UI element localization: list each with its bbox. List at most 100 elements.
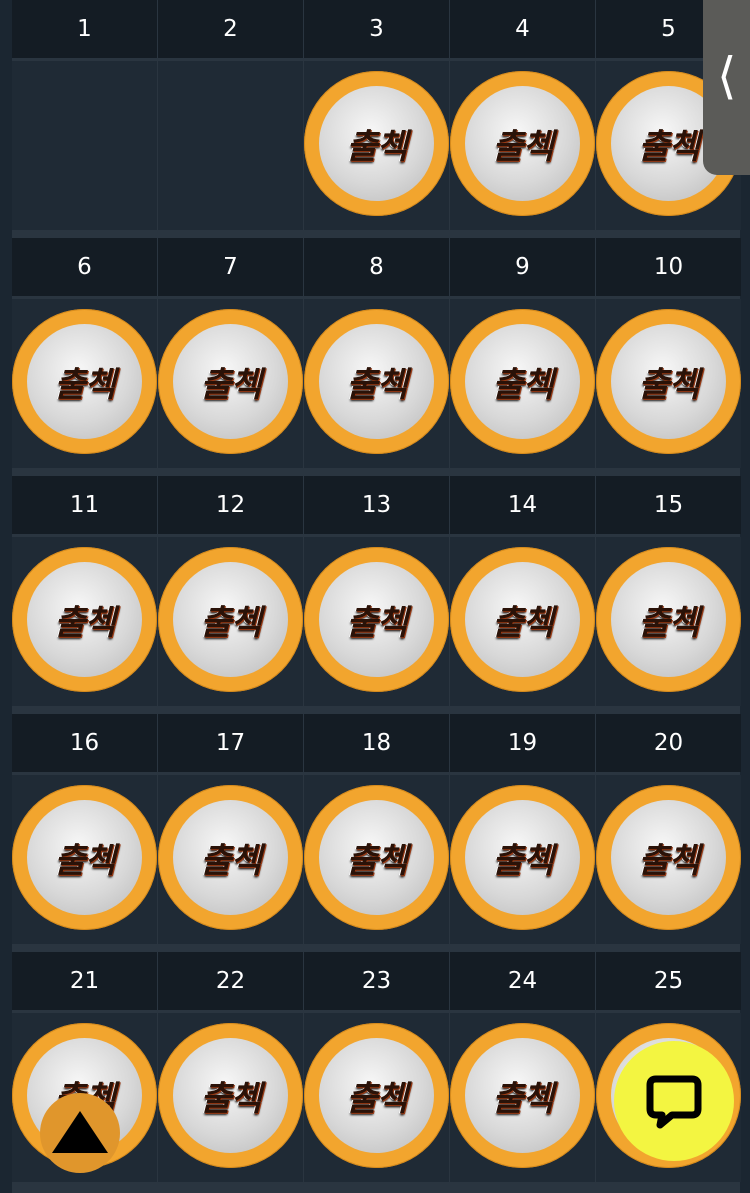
day-cell: 출첵	[304, 537, 449, 706]
calendar-day[interactable]: 19 출첵	[450, 714, 595, 944]
calendar-day[interactable]: 3 출첵	[304, 0, 449, 230]
day-cell: 출첵	[450, 61, 595, 230]
day-number: 4	[450, 0, 595, 58]
stamp-badge: 출첵	[465, 800, 580, 915]
stamp-badge: 출첵	[319, 324, 434, 439]
day-cell: 출첵	[12, 537, 157, 706]
stamp-badge: 출첵	[27, 800, 142, 915]
attendance-stamp: 출첵	[158, 547, 303, 692]
attendance-stamp: 출첵	[450, 785, 595, 930]
attendance-calendar: 1 2 3 출첵 4 출첵 5 출첵 6 출첵 7 출첵 8 출첵 9 출첵 10 출첵 11 출첵 12 출첵 13 출첵 1…	[12, 0, 741, 1193]
calendar-day[interactable]: 16 출첵	[12, 714, 157, 944]
stamp-badge: 출첵	[27, 562, 142, 677]
day-number: 18	[304, 714, 449, 772]
stamp-badge: 출첵	[319, 1038, 434, 1153]
attendance-stamp: 출첵	[304, 785, 449, 930]
stamp-badge: 출첵	[27, 324, 142, 439]
calendar-day[interactable]: 20 출첵	[596, 714, 741, 944]
attendance-stamp: 출첵	[12, 309, 157, 454]
stamp-badge: 출첵	[173, 1038, 288, 1153]
stamp-label: 출첵	[200, 603, 262, 643]
day-number: 8	[304, 238, 449, 296]
stamp-label: 출첵	[346, 841, 408, 881]
calendar-day[interactable]: 18 출첵	[304, 714, 449, 944]
calendar-day[interactable]: 11 출첵	[12, 476, 157, 706]
day-number: 22	[158, 952, 303, 1010]
day-number: 24	[450, 952, 595, 1010]
calendar-day[interactable]: 10 출첵	[596, 238, 741, 468]
chat-bubble-icon	[646, 1075, 702, 1129]
stamp-badge: 출첵	[465, 1038, 580, 1153]
attendance-stamp: 출첵	[12, 785, 157, 930]
stamp-label: 출첵	[54, 603, 116, 643]
day-number: 3	[304, 0, 449, 58]
stamp-label: 출첵	[200, 365, 262, 405]
stamp-label: 출첵	[492, 841, 554, 881]
calendar-day[interactable]: 1	[12, 0, 157, 230]
calendar-day[interactable]: 2	[158, 0, 303, 230]
day-cell: 출첵	[450, 299, 595, 468]
calendar-day[interactable]: 14 출첵	[450, 476, 595, 706]
stamp-label: 출첵	[638, 365, 700, 405]
day-cell: 출첵	[158, 299, 303, 468]
attendance-stamp: 출첵	[596, 547, 741, 692]
stamp-badge: 출첵	[173, 800, 288, 915]
stamp-label: 출첵	[200, 1079, 262, 1119]
day-number: 16	[12, 714, 157, 772]
day-cell: 출첵	[158, 537, 303, 706]
stamp-label: 출첵	[346, 127, 408, 167]
day-number: 2	[158, 0, 303, 58]
day-cell: 출첵	[12, 299, 157, 468]
stamp-badge: 출첵	[465, 324, 580, 439]
calendar-day[interactable]: 24 출첵	[450, 952, 595, 1182]
attendance-stamp: 출첵	[450, 309, 595, 454]
calendar-day[interactable]: 4 출첵	[450, 0, 595, 230]
stamp-label: 출첵	[638, 841, 700, 881]
calendar-day[interactable]: 15 출첵	[596, 476, 741, 706]
calendar-week: 16 출첵 17 출첵 18 출첵 19 출첵 20 출첵	[12, 714, 741, 952]
attendance-stamp: 출첵	[596, 785, 741, 930]
day-number: 21	[12, 952, 157, 1010]
calendar-day[interactable]: 8 출첵	[304, 238, 449, 468]
attendance-stamp: 출첵	[158, 1023, 303, 1168]
calendar-day[interactable]: 17 출첵	[158, 714, 303, 944]
stamp-label: 출첵	[346, 1079, 408, 1119]
stamp-label: 출첵	[54, 365, 116, 405]
stamp-label: 출첵	[54, 841, 116, 881]
day-cell: 출첵	[158, 1013, 303, 1182]
attendance-stamp: 출첵	[158, 785, 303, 930]
calendar-day[interactable]: 12 출첵	[158, 476, 303, 706]
day-cell: 출첵	[450, 1013, 595, 1182]
day-number: 13	[304, 476, 449, 534]
day-number: 19	[450, 714, 595, 772]
stamp-badge: 출첵	[173, 324, 288, 439]
calendar-day[interactable]: 23 출첵	[304, 952, 449, 1182]
day-number: 15	[596, 476, 741, 534]
day-cell: 출첵	[450, 775, 595, 944]
calendar-day[interactable]: 13 출첵	[304, 476, 449, 706]
calendar-day[interactable]: 22 출첵	[158, 952, 303, 1182]
day-cell: 출첵	[158, 775, 303, 944]
calendar-week: 11 출첵 12 출첵 13 출첵 14 출첵 15 출첵	[12, 476, 741, 714]
attendance-stamp: 출첵	[158, 309, 303, 454]
day-number: 10	[596, 238, 741, 296]
attendance-stamp: 출첵	[450, 547, 595, 692]
day-number: 6	[12, 238, 157, 296]
stamp-badge: 출첵	[611, 800, 726, 915]
day-number: 25	[596, 952, 741, 1010]
calendar-day[interactable]: 7 출첵	[158, 238, 303, 468]
scroll-to-top-button[interactable]	[40, 1093, 120, 1173]
chevron-left-icon: ⟨	[717, 47, 737, 105]
stamp-badge: 출첵	[319, 86, 434, 201]
day-cell: 출첵	[304, 61, 449, 230]
day-cell: 출첵	[450, 537, 595, 706]
attendance-stamp: 출첵	[304, 71, 449, 216]
side-drawer-tab[interactable]: ⟨	[703, 0, 750, 175]
calendar-day[interactable]: 6 출첵	[12, 238, 157, 468]
calendar-day[interactable]: 9 출첵	[450, 238, 595, 468]
stamp-label: 출첵	[492, 603, 554, 643]
chat-button[interactable]	[614, 1041, 734, 1161]
day-cell: 출첵	[596, 537, 741, 706]
day-number: 17	[158, 714, 303, 772]
day-cell: 출첵	[304, 299, 449, 468]
